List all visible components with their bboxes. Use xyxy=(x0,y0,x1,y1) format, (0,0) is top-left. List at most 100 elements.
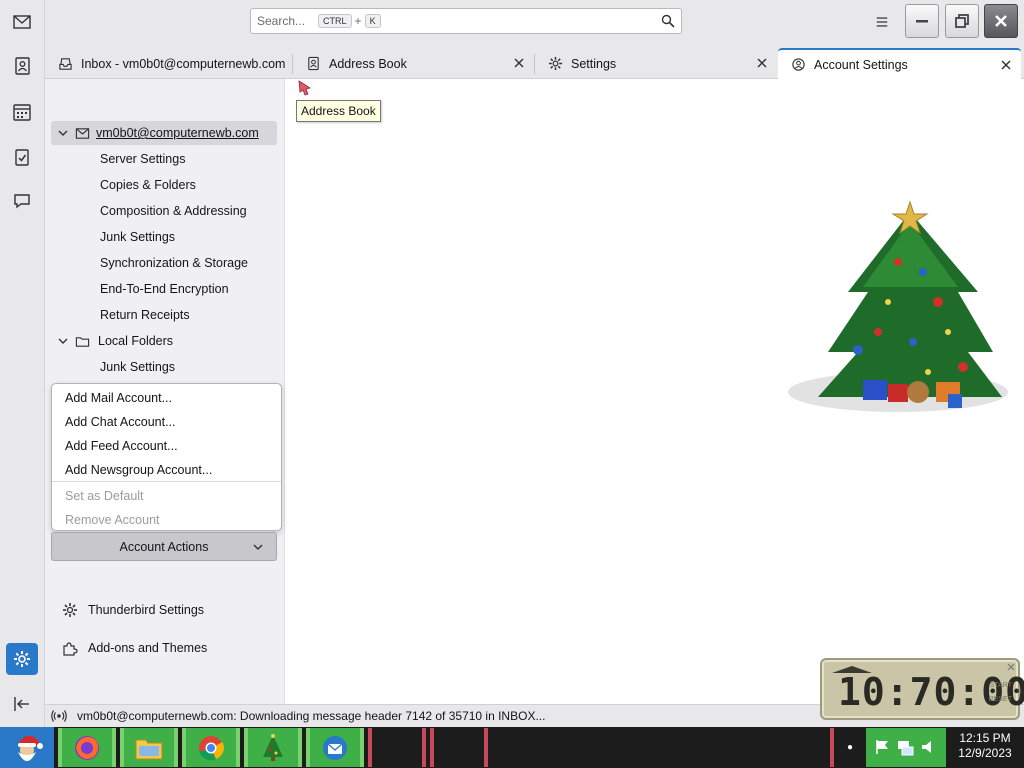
chevron-down-icon[interactable] xyxy=(57,127,69,139)
tree-item-composition[interactable]: Composition & Addressing xyxy=(100,199,247,223)
tab-account-settings-label: Account Settings xyxy=(814,57,908,72)
online-status-icon[interactable] xyxy=(51,708,67,724)
tree-item-junk-settings[interactable]: Junk Settings xyxy=(100,225,175,249)
account-label: vm0b0t@computernewb.com xyxy=(96,126,259,140)
tab-account-settings[interactable]: Account Settings xyxy=(778,48,1021,79)
clock-start-label[interactable]: START xyxy=(990,682,1012,689)
thunderbird-icon xyxy=(323,735,347,760)
chrome-icon xyxy=(199,735,224,760)
tab-bar: Inbox - vm0b0t@computernewb.com Address … xyxy=(45,44,1024,79)
status-text: vm0b0t@computernewb.com: Downloading mes… xyxy=(77,709,546,723)
local-folders-row[interactable]: Local Folders xyxy=(51,329,173,353)
tree-item-return-receipts[interactable]: Return Receipts xyxy=(100,303,190,327)
santa-icon xyxy=(18,735,43,761)
taskbar-window-1[interactable] xyxy=(368,728,426,767)
hamburger-icon xyxy=(876,17,888,27)
menu-item-add-feed-account[interactable]: Add Feed Account... xyxy=(65,436,178,456)
tab-inbox-label: Inbox - vm0b0t@computernewb.com xyxy=(81,56,286,71)
taskbar-file-explorer[interactable] xyxy=(120,728,178,767)
taskbar-chrome[interactable] xyxy=(182,728,240,767)
tree-item-label: Junk Settings xyxy=(100,230,176,244)
thunderbird-settings-label: Thunderbird Settings xyxy=(88,603,205,617)
search-input[interactable]: Search... CTRL + K xyxy=(250,8,682,34)
tasks-icon[interactable] xyxy=(6,141,38,173)
app-menu-button[interactable] xyxy=(871,11,893,33)
calendar-icon[interactable] xyxy=(6,96,38,128)
account-actions-menu: Add Mail Account... Add Chat Account... … xyxy=(51,383,282,531)
shortcut-plus: + xyxy=(354,14,362,28)
tray-dot-icon: ● xyxy=(846,742,854,753)
tree-item-label: Synchronization & Storage xyxy=(100,256,249,270)
menu-item-add-chat-account[interactable]: Add Chat Account... xyxy=(65,412,176,432)
flag-icon[interactable] xyxy=(874,738,892,756)
folder-icon xyxy=(75,336,90,347)
taskbar-date: 12/9/2023 xyxy=(958,746,1012,760)
tree-item-server-settings[interactable]: Server Settings xyxy=(100,147,185,171)
taskbar-firefox[interactable] xyxy=(58,728,116,767)
volume-icon[interactable] xyxy=(920,738,938,756)
close-icon[interactable] xyxy=(1007,663,1015,671)
local-folders-label: Local Folders xyxy=(98,334,174,348)
menu-item-set-default: Set as Default xyxy=(65,489,144,503)
account-actions-label: Account Actions xyxy=(119,539,209,554)
account-row[interactable]: vm0b0t@computernewb.com xyxy=(51,121,277,145)
menu-item-add-newsgroup-account[interactable]: Add Newsgroup Account... xyxy=(65,460,212,480)
account-settings-icon xyxy=(790,57,806,73)
tab-settings-label: Settings xyxy=(571,56,617,71)
start-button[interactable] xyxy=(0,727,54,768)
account-actions-button[interactable]: Account Actions xyxy=(51,532,277,561)
show-hidden-icons[interactable]: ● xyxy=(830,728,866,767)
settings-gear-icon[interactable] xyxy=(6,643,38,675)
tab-settings[interactable]: Settings xyxy=(535,48,777,79)
system-tray xyxy=(866,728,946,767)
close-tab-icon[interactable] xyxy=(755,56,769,70)
tree-item-label: Return Receipts xyxy=(100,308,190,322)
tab-inbox[interactable]: Inbox - vm0b0t@computernewb.com xyxy=(45,48,291,79)
tree-item-label: End-To-End Encryption xyxy=(100,282,229,296)
tree-item-local-junk-settings[interactable]: Junk Settings xyxy=(100,355,175,379)
taskbar-window-2[interactable] xyxy=(430,728,488,767)
minimize-icon xyxy=(916,20,928,23)
collapse-spaces-icon[interactable] xyxy=(6,688,38,720)
chevron-down-icon[interactable] xyxy=(57,335,69,347)
tree-item-e2e-encryption[interactable]: End-To-End Encryption xyxy=(100,277,229,301)
shortcut-key-ctrl: CTRL xyxy=(318,14,352,28)
taskbar-christmas-tree[interactable] xyxy=(244,728,302,767)
gear-icon xyxy=(63,603,77,617)
addons-themes-link[interactable]: Add-ons and Themes xyxy=(62,636,207,660)
clock-digits: 10:70:00 xyxy=(838,670,1024,714)
clock-widget[interactable]: 10:70:00 START RESET xyxy=(820,658,1024,720)
network-icon[interactable] xyxy=(896,738,914,756)
tree-item-label: Server Settings xyxy=(100,152,186,166)
chat-icon[interactable] xyxy=(6,185,38,217)
thunderbird-settings-link[interactable]: Thunderbird Settings xyxy=(62,598,204,622)
tab-address-book-label: Address Book xyxy=(329,56,407,71)
search-icon[interactable] xyxy=(661,14,675,28)
search-placeholder: Search... xyxy=(257,14,306,28)
taskbar-thunderbird[interactable] xyxy=(306,728,364,767)
close-window-button[interactable] xyxy=(984,4,1018,38)
spaces-toolbar xyxy=(0,0,45,727)
tree-item-sync-storage[interactable]: Synchronization & Storage xyxy=(100,251,248,275)
inbox-icon xyxy=(57,56,73,72)
close-tab-icon[interactable] xyxy=(999,58,1013,72)
mail-icon[interactable] xyxy=(6,6,38,38)
menu-item-remove-account: Remove Account xyxy=(65,513,160,527)
taskbar-clock[interactable]: 12:15 PM 12/9/2023 xyxy=(946,731,1024,761)
tree-item-copies-folders[interactable]: Copies & Folders xyxy=(100,173,196,197)
gear-icon xyxy=(547,56,563,72)
address-book-icon[interactable] xyxy=(6,50,38,82)
menu-item-add-mail-account[interactable]: Add Mail Account... xyxy=(65,388,172,408)
tree-item-label: Composition & Addressing xyxy=(100,204,247,218)
address-book-icon xyxy=(305,56,321,72)
clock-reset-label[interactable]: RESET xyxy=(989,696,1012,703)
restore-button[interactable] xyxy=(945,4,979,38)
close-tab-icon[interactable] xyxy=(512,56,526,70)
christmas-tree-icon xyxy=(263,733,283,761)
tab-address-book[interactable]: Address Book xyxy=(293,48,534,79)
puzzle-piece-icon xyxy=(63,642,78,656)
mail-account-icon xyxy=(75,127,90,139)
title-bar: Search... CTRL + K xyxy=(45,0,1024,44)
minimize-button[interactable] xyxy=(905,4,939,38)
tree-item-label: Copies & Folders xyxy=(100,178,196,192)
